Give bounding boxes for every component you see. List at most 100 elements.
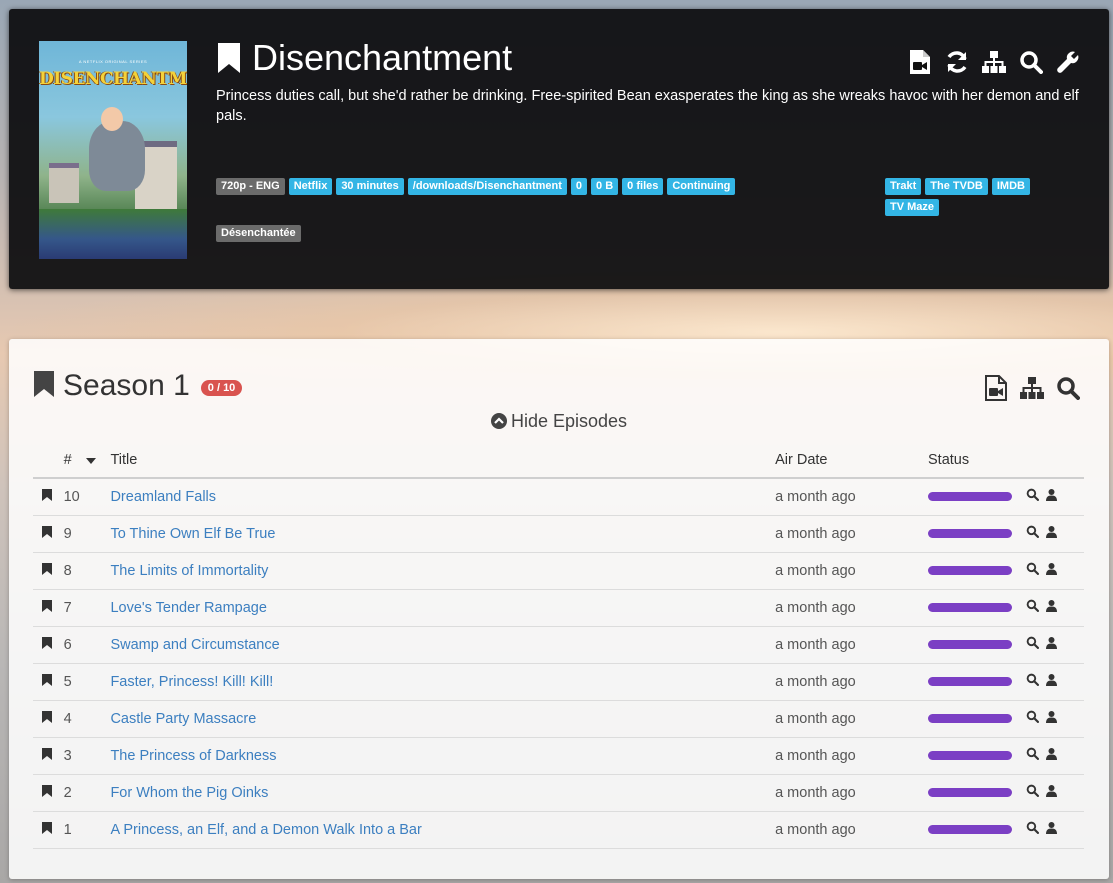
refresh-icon[interactable] [944, 49, 970, 75]
bookmark-icon[interactable] [33, 515, 64, 553]
bookmark-icon[interactable] [33, 626, 64, 664]
table-header-row: # Title Air Date Status [33, 442, 1084, 479]
user-icon[interactable] [1045, 747, 1057, 764]
table-row[interactable]: 4 Castle Party Massacre a month ago [33, 700, 1084, 738]
bookmark-icon[interactable] [33, 700, 64, 738]
show-description: Princess duties call, but she'd rather b… [216, 88, 1079, 124]
episode-status-bar [928, 677, 1012, 686]
search-icon[interactable] [1055, 375, 1081, 401]
user-icon[interactable] [1045, 784, 1057, 801]
episode-title-link[interactable]: A Princess, an Elf, and a Demon Walk Int… [110, 822, 421, 838]
sitemap-icon[interactable] [981, 49, 1007, 75]
episode-title-cell: The Limits of Immortality [110, 552, 776, 590]
bookmark-icon[interactable] [33, 589, 64, 627]
imdb-link[interactable]: IMDB [991, 178, 1030, 195]
table-row[interactable]: 9 To Thine Own Elf Be True a month ago [33, 515, 1084, 553]
file-video-icon[interactable] [907, 49, 933, 75]
user-icon[interactable] [1045, 821, 1057, 838]
episode-air-date: a month ago [775, 774, 928, 812]
episode-number: 2 [63, 774, 86, 812]
search-icon[interactable] [1026, 636, 1039, 653]
season-header: Season 1 0 / 10 [33, 369, 243, 403]
episode-status-cell [928, 478, 1026, 516]
search-icon[interactable] [1026, 562, 1039, 579]
table-row[interactable]: 7 Love's Tender Rampage a month ago [33, 589, 1084, 627]
table-row[interactable]: 6 Swamp and Circumstance a month ago [33, 626, 1084, 664]
spacer-cell [86, 589, 111, 627]
user-icon[interactable] [1045, 525, 1057, 542]
search-icon[interactable] [1026, 710, 1039, 727]
episode-title-link[interactable]: Castle Party Massacre [110, 711, 256, 727]
table-row[interactable]: 5 Faster, Princess! Kill! Kill! a month … [33, 663, 1084, 701]
user-icon[interactable] [1045, 673, 1057, 690]
bookmark-icon[interactable] [33, 737, 64, 775]
user-icon[interactable] [1045, 599, 1057, 616]
show-title-text: Disenchantment [252, 37, 513, 78]
search-icon[interactable] [1026, 747, 1039, 764]
episode-title-link[interactable]: Swamp and Circumstance [110, 637, 279, 653]
table-row[interactable]: 10 Dreamland Falls a month ago [33, 478, 1084, 516]
episode-status-bar [928, 492, 1012, 502]
hide-episodes-toggle[interactable]: Hide Episodes [9, 411, 1109, 434]
show-title: Disenchantment [216, 37, 512, 79]
episode-title-link[interactable]: To Thine Own Elf Be True [110, 526, 275, 542]
episode-title-link[interactable]: Love's Tender Rampage [110, 600, 266, 616]
episode-actions [1025, 589, 1084, 627]
episode-number: 3 [63, 737, 86, 775]
search-icon[interactable] [1026, 821, 1039, 838]
header-title[interactable]: Title [110, 442, 776, 479]
bookmark-icon[interactable] [33, 552, 64, 590]
table-row[interactable]: 8 The Limits of Immortality a month ago [33, 552, 1084, 590]
bookmark-icon[interactable] [216, 42, 242, 74]
header-number[interactable]: # [63, 442, 86, 479]
table-row[interactable]: 2 For Whom the Pig Oinks a month ago [33, 774, 1084, 812]
episode-title-link[interactable]: The Limits of Immortality [110, 563, 268, 579]
file-video-icon[interactable] [983, 375, 1009, 401]
episode-status-cell [928, 811, 1026, 849]
trakt-link[interactable]: Trakt [885, 178, 922, 195]
header-status[interactable]: Status [928, 442, 1026, 479]
wrench-icon[interactable] [1055, 49, 1081, 75]
bookmark-icon[interactable] [33, 370, 55, 403]
episode-title-link[interactable]: For Whom the Pig Oinks [110, 785, 268, 801]
episode-actions [1025, 515, 1084, 553]
bookmark-icon[interactable] [33, 774, 64, 812]
bookmark-icon[interactable] [33, 811, 64, 849]
tvdb-link[interactable]: The TVDB [925, 178, 988, 195]
episodes-table: # Title Air Date Status 10 Dreamland Fal… [33, 442, 1084, 849]
episode-air-date: a month ago [775, 478, 928, 516]
episode-title-link[interactable]: The Princess of Darkness [110, 748, 276, 764]
tvmaze-link[interactable]: TV Maze [885, 199, 940, 216]
table-row[interactable]: 3 The Princess of Darkness a month ago [33, 737, 1084, 775]
user-icon[interactable] [1045, 710, 1057, 727]
hide-episodes-label: Hide Episodes [510, 411, 628, 431]
episode-title-link[interactable]: Faster, Princess! Kill! Kill! [110, 674, 273, 690]
user-icon[interactable] [1045, 636, 1057, 653]
user-icon[interactable] [1045, 488, 1057, 505]
sort-desc-icon[interactable] [86, 442, 111, 479]
episode-title-link[interactable]: Dreamland Falls [110, 489, 216, 505]
show-poster[interactable]: A NETFLIX ORIGINAL SERIES DISENCHANTMENT [39, 41, 187, 259]
search-icon[interactable] [1026, 488, 1039, 505]
episode-status-cell [928, 774, 1026, 812]
episode-air-date: a month ago [775, 589, 928, 627]
bookmark-icon[interactable] [33, 663, 64, 701]
spacer-cell [86, 478, 111, 516]
header-air-date[interactable]: Air Date [775, 442, 928, 479]
poster-tower [49, 163, 79, 203]
season-actions [983, 375, 1081, 401]
spacer-cell [86, 552, 111, 590]
bookmark-icon[interactable] [33, 478, 64, 516]
spacer-cell [86, 737, 111, 775]
episode-status-bar [928, 714, 1012, 723]
spacer-cell [86, 515, 111, 553]
table-row[interactable]: 1 A Princess, an Elf, and a Demon Walk I… [33, 811, 1084, 849]
search-icon[interactable] [1026, 673, 1039, 690]
search-icon[interactable] [1026, 599, 1039, 616]
sitemap-icon[interactable] [1019, 375, 1045, 401]
user-icon[interactable] [1045, 562, 1057, 579]
search-icon[interactable] [1026, 784, 1039, 801]
search-icon[interactable] [1026, 525, 1039, 542]
search-icon[interactable] [1018, 49, 1044, 75]
episode-status-cell [928, 589, 1026, 627]
